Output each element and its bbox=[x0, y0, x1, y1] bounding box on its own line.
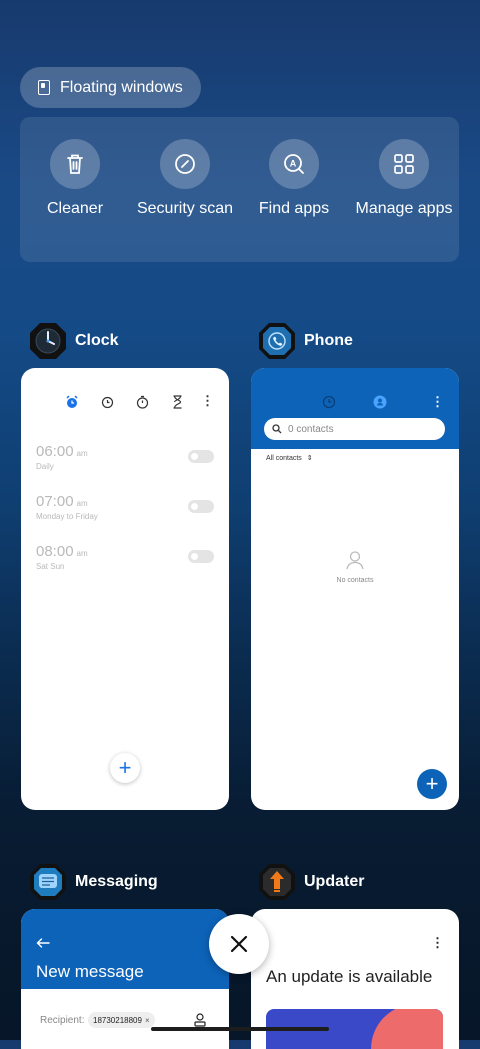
alarm-time: 08:00 bbox=[36, 543, 74, 560]
recipient-chip[interactable]: 18730218809 × bbox=[88, 1012, 155, 1028]
updater-more-icon[interactable]: ⋮ bbox=[431, 936, 444, 950]
alarm-tab-icon[interactable] bbox=[65, 395, 79, 409]
updater-app-header[interactable]: Updater bbox=[258, 863, 364, 901]
cleaner-button[interactable]: Cleaner bbox=[25, 139, 125, 219]
search-icon bbox=[272, 424, 282, 434]
clock-app-name: Clock bbox=[75, 332, 119, 349]
no-contacts-text: No contacts bbox=[336, 577, 374, 584]
close-all-button[interactable] bbox=[209, 914, 269, 974]
manage-apps-label: Manage apps bbox=[355, 200, 453, 217]
add-alarm-button[interactable]: + bbox=[110, 753, 140, 783]
manage-apps-button[interactable]: Manage apps bbox=[354, 139, 454, 219]
messaging-app-name: Messaging bbox=[75, 873, 158, 890]
phone-app-card[interactable]: ⋮ 0 contacts All contacts ⇕ No contacts … bbox=[251, 368, 459, 810]
alarm-ampm: am bbox=[76, 549, 88, 558]
alarm-toggle[interactable] bbox=[188, 500, 214, 513]
clock-more-icon[interactable]: ⋮ bbox=[201, 394, 214, 408]
clock-app-card[interactable]: ⋮ 06:00 am Daily 07:00 am Monday to Friday… bbox=[21, 368, 229, 810]
recents-tab-icon[interactable] bbox=[322, 395, 336, 409]
contacts-tab-icon[interactable] bbox=[373, 395, 387, 409]
trash-icon bbox=[50, 139, 100, 189]
floating-window-icon bbox=[38, 80, 50, 95]
grid-icon bbox=[379, 139, 429, 189]
alarm-ampm: am bbox=[76, 449, 88, 458]
updater-app-name: Updater bbox=[304, 873, 365, 890]
svg-text:A: A bbox=[290, 159, 297, 169]
alarm-repeat: Monday to Friday bbox=[36, 512, 98, 521]
phone-app-header[interactable]: Phone bbox=[258, 322, 353, 360]
person-outline-icon bbox=[346, 551, 364, 570]
alarm-repeat: Daily bbox=[36, 462, 54, 471]
add-contact-button[interactable]: + bbox=[417, 769, 447, 799]
new-message-title: New message bbox=[36, 962, 144, 981]
floating-windows-button[interactable]: Floating windows bbox=[20, 67, 201, 108]
home-indicator[interactable] bbox=[151, 1027, 329, 1031]
alarm-ampm: am bbox=[76, 499, 88, 508]
world-clock-tab-icon[interactable] bbox=[101, 396, 114, 409]
alarm-repeat: Sat Sun bbox=[36, 562, 65, 571]
dropdown-arrows-icon: ⇕ bbox=[306, 455, 313, 462]
contacts-filter-label: All contacts bbox=[266, 454, 302, 462]
alarm-row[interactable]: 08:00 am Sat Sun bbox=[36, 543, 88, 571]
alarm-row[interactable]: 06:00 am Daily bbox=[36, 443, 88, 471]
phone-app-name: Phone bbox=[304, 332, 353, 349]
contact-picker-icon[interactable] bbox=[194, 1013, 206, 1027]
find-apps-icon: A bbox=[269, 139, 319, 189]
security-scan-icon bbox=[160, 139, 210, 189]
messaging-app-header[interactable]: Messaging bbox=[29, 863, 158, 901]
update-available-title: An update is available bbox=[266, 967, 433, 986]
back-arrow-icon[interactable] bbox=[36, 938, 50, 948]
alarm-row[interactable]: 07:00 am Monday to Friday bbox=[36, 493, 98, 521]
phone-more-icon[interactable]: ⋮ bbox=[431, 395, 444, 409]
quick-tools-panel: Cleaner Security scan A Find apps Manage… bbox=[20, 117, 459, 262]
contacts-search-input[interactable]: 0 contacts bbox=[264, 418, 445, 440]
find-apps-label: Find apps bbox=[258, 200, 330, 217]
alarm-toggle[interactable] bbox=[188, 450, 214, 463]
timer-tab-icon[interactable] bbox=[172, 395, 183, 409]
recipient-number: 18730218809 bbox=[93, 1015, 142, 1025]
messaging-app-icon bbox=[30, 864, 66, 900]
phone-app-icon bbox=[259, 323, 295, 359]
floating-windows-label: Floating windows bbox=[60, 78, 183, 96]
find-apps-button[interactable]: A Find apps bbox=[244, 139, 344, 219]
chip-remove-icon[interactable]: × bbox=[145, 1016, 150, 1025]
close-icon bbox=[230, 935, 248, 953]
clock-app-icon bbox=[30, 323, 66, 359]
contacts-filter-dropdown[interactable]: All contacts ⇕ bbox=[266, 454, 313, 463]
security-scan-button[interactable]: Security scan bbox=[135, 139, 235, 219]
cleaner-label: Cleaner bbox=[46, 200, 104, 217]
recipient-label: Recipient: bbox=[40, 1015, 85, 1026]
stopwatch-tab-icon[interactable] bbox=[136, 395, 149, 409]
alarm-time: 07:00 bbox=[36, 493, 74, 510]
alarm-toggle[interactable] bbox=[188, 550, 214, 563]
clock-app-header[interactable]: Clock bbox=[29, 322, 119, 360]
security-scan-label: Security scan bbox=[136, 200, 234, 217]
contacts-search-placeholder: 0 contacts bbox=[288, 423, 334, 435]
updater-app-icon bbox=[259, 864, 295, 900]
alarm-time: 06:00 bbox=[36, 443, 74, 460]
